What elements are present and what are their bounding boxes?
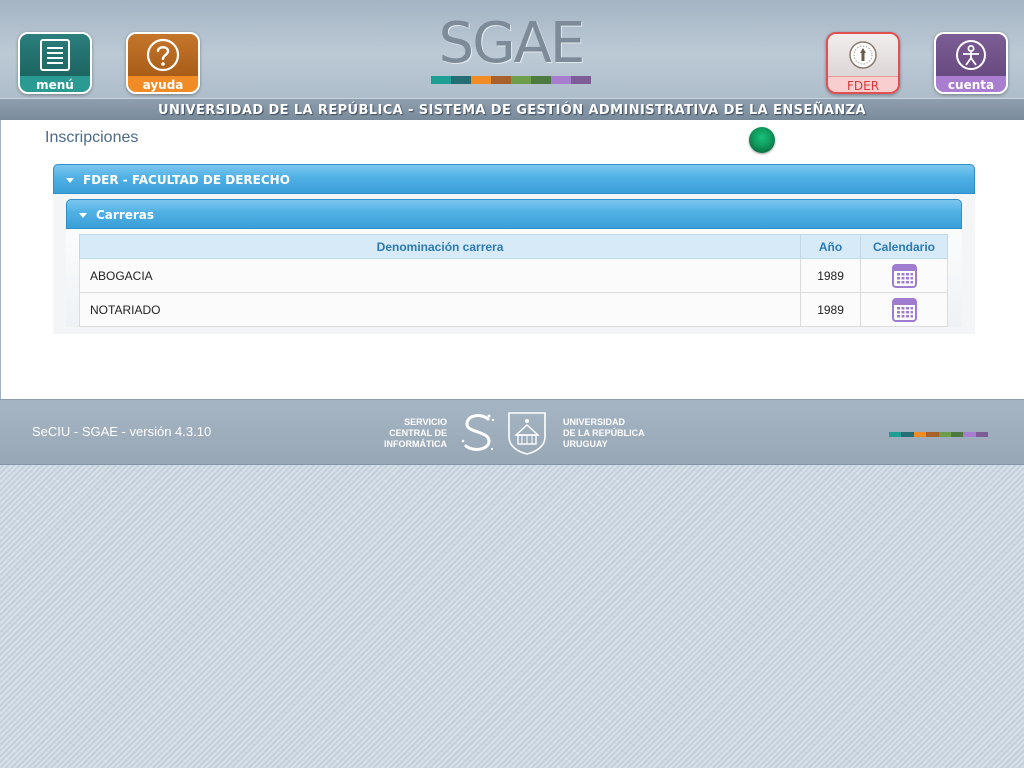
color-segment [913,432,927,437]
color-segment [511,76,531,84]
career-name: ABOGACIA [78,258,802,293]
color-segment [963,432,976,437]
version-text: SeCIU - SGAE - versión 4.3.10 [32,424,212,439]
color-segment [431,76,451,84]
table-row[interactable]: ABOGACIA 1989 [78,258,948,293]
careers-panel-header[interactable]: Carreras [66,199,962,229]
color-segment [491,76,511,84]
collapse-arrow-icon [66,178,74,183]
calendar-cell [860,292,948,327]
udelar-line: URUGUAY [563,439,608,449]
collapse-arrow-icon [79,213,87,218]
color-segment [926,432,939,437]
seciu-logo-icon [461,414,495,451]
banner-text: UNIVERSIDAD DE LA REPÚBLICA - SISTEMA DE… [158,103,866,118]
udelar-logo-icon [508,412,546,455]
page-title: Inscripciones [45,129,139,146]
color-segment [950,432,964,437]
person-icon [956,40,986,70]
question-mark-icon [146,38,180,72]
seciu-text: SERVICIO CENTRAL DE INFORMÁTICA [360,417,447,450]
menu-button[interactable]: menú [18,32,92,94]
calendar-icon[interactable] [891,263,917,288]
color-segment [551,76,571,84]
career-year: 1989 [800,292,862,327]
status-indicator-icon [749,127,775,153]
table-row[interactable]: NOTARIADO 1989 [78,292,948,327]
seciu-line: CENTRAL DE [389,428,447,438]
document-list-icon [40,39,70,71]
color-segment [471,76,491,84]
column-header-year[interactable]: Año [800,234,862,259]
faculty-panel-header[interactable]: FDER - FACULTAD DE DERECHO [53,164,975,194]
faculty-panel-title: FDER - FACULTAD DE DERECHO [83,173,290,187]
table-header-row: Denominación carrera Año Calendario [78,234,948,259]
color-segment [531,76,551,84]
color-segment [451,76,471,84]
careers-panel: Carreras Denominación carrera Año Calend… [66,199,962,327]
color-segment [938,432,951,437]
calendar-icon[interactable] [891,297,917,322]
footer: SeCIU - SGAE - versión 4.3.10 SERVICIO C… [0,399,1024,465]
main-content: Inscripciones FDER - FACULTAD DE DERECHO… [0,120,1024,399]
color-segment [975,432,988,437]
calendar-cell [860,258,948,293]
seal-icon [849,41,877,69]
faculty-button[interactable]: FDER [826,32,900,94]
udelar-line: DE LA REPÚBLICA [563,428,645,438]
seciu-line: INFORMÁTICA [384,439,447,449]
account-button[interactable]: cuenta [934,32,1008,94]
faculty-panel: FDER - FACULTAD DE DERECHO Carreras Deno… [53,164,975,334]
help-button[interactable]: ayuda [126,32,200,94]
column-header-calendar[interactable]: Calendario [860,234,948,259]
career-year: 1989 [800,258,862,293]
udelar-line: UNIVERSIDAD [563,417,626,427]
seciu-line: SERVICIO [404,417,447,427]
careers-panel-title: Carreras [96,208,155,222]
logo-text: SGAE [438,11,586,76]
account-button-label: cuenta [936,76,1006,92]
footer-color-bar [889,432,988,437]
logo-color-bar [431,76,591,84]
career-name: NOTARIADO [78,292,802,327]
careers-table: Denominación carrera Año Calendario ABOG… [78,234,948,327]
header: menú ayuda SGAE FDER cuenta [0,0,1024,98]
system-banner: UNIVERSIDAD DE LA REPÚBLICA - SISTEMA DE… [0,98,1024,120]
menu-button-label: menú [20,76,90,92]
help-button-label: ayuda [128,76,198,92]
color-segment [889,432,902,437]
sgae-logo: SGAE [428,14,594,86]
color-segment [901,432,914,437]
udelar-text: UNIVERSIDAD DE LA REPÚBLICA URUGUAY [563,417,673,450]
column-header-name[interactable]: Denominación carrera [78,234,802,259]
faculty-button-label: FDER [828,76,898,92]
color-segment [571,76,591,84]
